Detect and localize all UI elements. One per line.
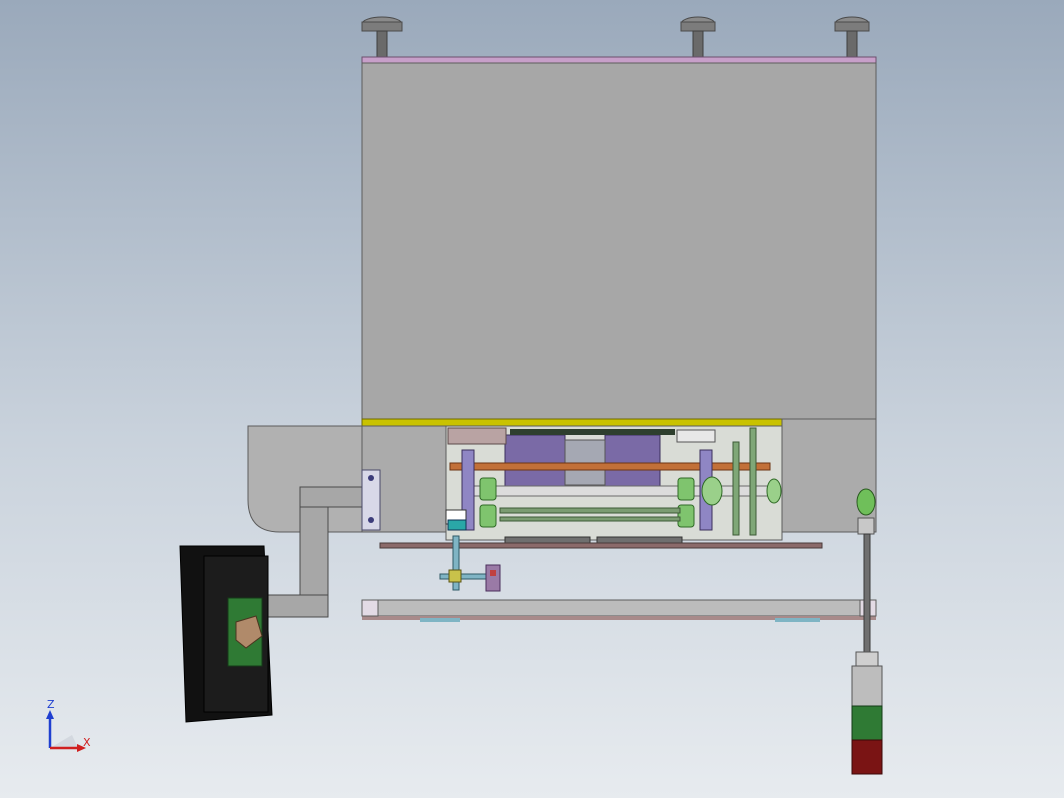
control-box[interactable] xyxy=(179,545,273,723)
leveling-foot-left xyxy=(361,16,403,58)
leveling-feet xyxy=(361,16,870,58)
cad-viewport[interactable]: Z X xyxy=(0,0,1064,798)
main-housing[interactable] xyxy=(361,56,877,427)
x-axis-label: X xyxy=(83,736,91,749)
copper-shaft xyxy=(449,462,771,471)
silver-shaft xyxy=(469,485,771,497)
z-axis-label: Z xyxy=(47,698,55,711)
right-lower-housing xyxy=(781,418,877,533)
xyz-axis-triad-icon: Z X xyxy=(46,698,91,752)
signal-light-green xyxy=(851,705,883,741)
bottom-bracket-bar[interactable] xyxy=(361,599,877,622)
leveling-foot-middle xyxy=(680,16,716,58)
yellow-strip xyxy=(361,418,783,427)
leveling-foot-right xyxy=(834,16,870,58)
mechanism-compartment[interactable] xyxy=(379,425,823,549)
signal-light-red xyxy=(851,739,883,775)
